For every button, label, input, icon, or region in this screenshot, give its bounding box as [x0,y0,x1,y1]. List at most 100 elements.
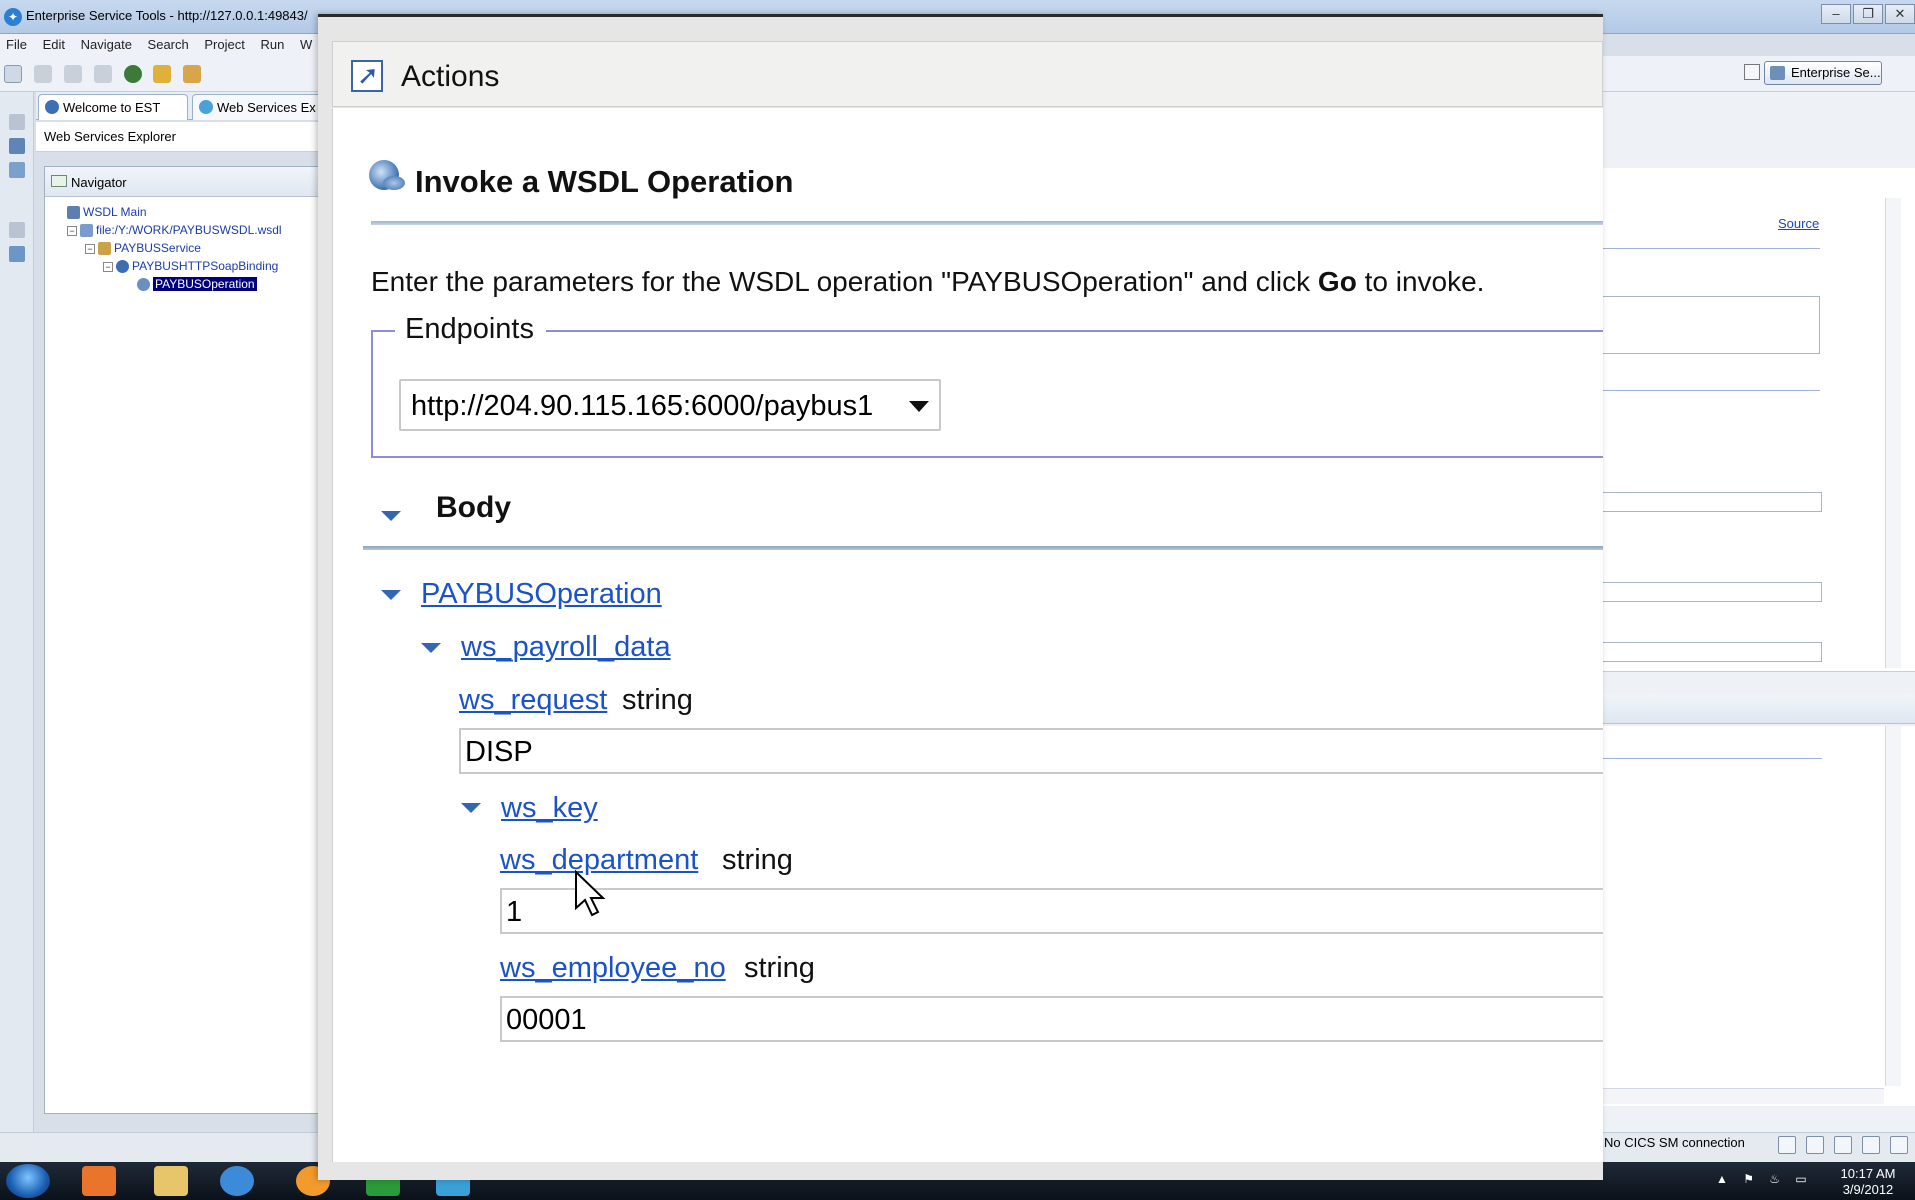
status-icon[interactable] [1834,1136,1852,1154]
divider [1602,390,1820,391]
endpoint-value: http://204.90.115.165:6000/paybus1 [411,390,874,422]
endpoint-select[interactable]: http://204.90.115.165:6000/paybus1 [399,379,941,431]
restore-view-icon[interactable] [9,114,25,130]
open-perspective-icon[interactable] [1744,64,1760,80]
tab-welcome[interactable]: Welcome to EST [38,94,188,120]
minimize-button[interactable]: – [1821,4,1851,24]
web-services-explorer-label: Web Services Explorer [36,122,336,152]
collapse-icon[interactable]: − [67,225,77,236]
tree-label: file:/Y:/WORK/PAYBUSWSDL.wsdl [96,223,282,237]
menu-window[interactable]: W [294,34,318,55]
outline-icon[interactable] [9,162,25,178]
save-all-icon[interactable] [63,65,82,83]
left-trim-bar [0,92,34,1132]
status-icon[interactable] [1890,1136,1908,1154]
instructions-go: Go [1317,266,1357,297]
tree-view-icon[interactable] [9,246,25,262]
actions-window: Actions Invoke a WSDL Operation Enter th… [318,14,1603,1180]
status-icon[interactable] [1862,1136,1880,1154]
menu-run[interactable]: Run [254,34,290,55]
restore-view-icon-2[interactable] [9,222,25,238]
media-player-icon[interactable] [82,1166,116,1196]
ws-employee-no-type: string [744,952,815,984]
clock-time: 10:17 AM [1840,1166,1896,1181]
instructions-text: Enter the parameters for the WSDL operat… [371,266,1484,298]
ws-request-link[interactable]: ws_request [459,684,607,717]
vertical-scrollbar[interactable] [1885,198,1901,668]
print-icon[interactable] [93,65,112,83]
horizontal-scrollbar[interactable] [1602,1088,1884,1104]
body-divider [363,546,1603,550]
service-icon [98,242,111,256]
tab-web-services-label: Web Services Ex [217,100,316,115]
perspective-button[interactable]: Enterprise Se... [1764,61,1882,85]
lower-panel [1602,726,1915,1106]
status-field[interactable] [1602,642,1822,662]
payroll-data-link[interactable]: ws_payroll_data [461,631,671,664]
menu-search[interactable]: Search [142,34,195,55]
menu-bar: File Edit Navigate Search Project Run W [0,34,320,56]
start-button[interactable] [6,1164,50,1198]
file-explorer-icon[interactable] [154,1166,188,1196]
tree-label: PAYBUSOperation [153,277,257,291]
ws-department-type: string [722,844,793,876]
ws-request-input[interactable]: DISP [459,728,1603,774]
status-field[interactable] [1602,582,1822,602]
body-toggle-icon[interactable] [381,511,401,521]
status-icon[interactable] [1806,1136,1824,1154]
tree-label: PAYBUSService [114,241,201,255]
explorer-icon[interactable] [9,138,25,154]
ws-department-input[interactable]: 1 [500,888,1603,934]
system-tray: ▲ ⚑ ♨ ▭ [1716,1172,1813,1186]
welcome-icon [45,100,59,114]
build-icon[interactable] [153,65,172,83]
status-icon[interactable] [1778,1136,1796,1154]
clock-date: 3/9/2012 [1842,1182,1894,1197]
menu-navigate[interactable]: Navigate [75,34,138,55]
invoke-title: Invoke a WSDL Operation [415,164,794,199]
vertical-scrollbar-2[interactable] [1885,726,1901,1086]
new-icon[interactable] [4,65,22,83]
ws-employee-no-link[interactable]: ws_employee_no [500,952,726,985]
tab-web-services[interactable]: Web Services Ex [192,94,336,120]
debug-icon[interactable] [123,65,142,83]
window-controls: – ❐ ✕ [1821,4,1915,26]
tree-item-wsdl-main[interactable]: WSDL Main [67,205,147,221]
collapse-icon[interactable]: − [85,243,95,254]
status-field[interactable] [1602,492,1822,512]
endpoints-label: Endpoints [395,313,546,346]
collapse-icon[interactable]: − [103,261,113,272]
ws-request-type: string [622,684,693,716]
restore-button[interactable]: ❐ [1853,4,1883,24]
operation-toggle-icon[interactable] [381,590,401,600]
close-button[interactable]: ✕ [1885,4,1915,24]
tree-item-binding[interactable]: − PAYBUSHTTPSoapBinding [103,259,278,275]
operation-link[interactable]: PAYBUSOperation [421,578,662,611]
ws-employee-no-input[interactable]: 00001 [500,996,1603,1042]
binding-icon [116,260,129,274]
menu-project[interactable]: Project [198,34,250,55]
clock[interactable]: 10:17 AM 3/9/2012 [1826,1166,1910,1198]
ws-key-link[interactable]: ws_key [501,792,598,825]
payroll-toggle-icon[interactable] [421,643,441,653]
source-link[interactable]: Source [1778,216,1819,231]
app-icon: ✦ [4,8,22,26]
divider [1602,248,1820,249]
tree-item-operation[interactable]: PAYBUSOperation [137,277,257,293]
key-toggle-icon[interactable] [461,803,481,813]
actions-header: Actions [332,41,1603,107]
menu-edit[interactable]: Edit [37,34,71,55]
invoke-operation-icon [369,160,405,190]
cics-status: No CICS SM connection [1604,1135,1745,1150]
menu-file[interactable]: File [0,34,33,55]
tree-item-wsdl-file[interactable]: − file:/Y:/WORK/PAYBUSWSDL.wsdl [67,223,282,239]
internet-explorer-icon[interactable] [220,1166,254,1196]
tree-item-service[interactable]: − PAYBUSService [85,241,201,257]
external-tools-icon[interactable] [183,65,202,83]
save-icon[interactable] [33,65,52,83]
navigator-header: Navigator [45,167,323,197]
status-box [1602,296,1820,354]
perspective-icon [1770,66,1785,80]
navigator-panel: Navigator WSDL Main − file:/Y:/WORK/PAYBU… [44,166,324,1114]
tree-label: WSDL Main [83,205,147,219]
